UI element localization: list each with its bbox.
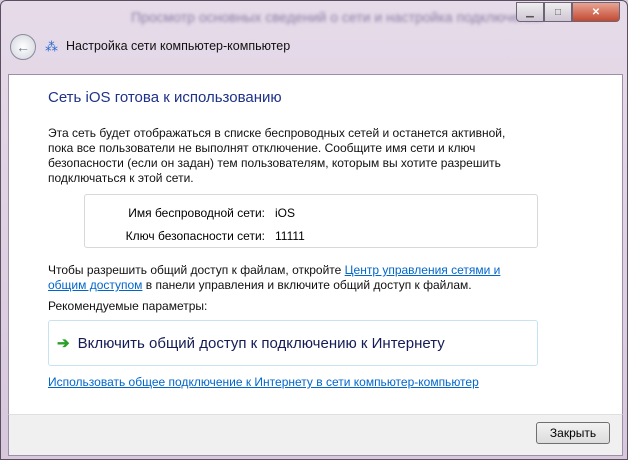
maximize-button[interactable]: □ [544,2,572,22]
close-window-button[interactable]: ✕ [572,2,620,22]
footer: Закрыть [8,414,623,456]
enable-ics-label: Включить общий доступ к подключению к Ин… [77,334,445,352]
ics-link[interactable]: Использовать общее подключение к Интерне… [48,375,479,389]
close-button[interactable]: Закрыть [536,422,610,444]
sharing-text-after: в панели управления и включите общий дос… [142,278,472,292]
caption-buttons: ▁ □ ✕ [516,2,620,22]
window-frame: Просмотр основных сведений о сети и наст… [0,0,628,460]
ssid-label: Имя беспроводной сети: [128,206,265,220]
window-title: Настройка сети компьютер-компьютер [66,39,291,53]
network-icon: ⁂ [45,39,58,54]
ssid-value: iOS [275,206,296,220]
minimize-button[interactable]: ▁ [516,2,544,22]
back-button[interactable]: ← [10,34,36,60]
enable-ics-command[interactable]: ➔ Включить общий доступ к подключению к И… [48,320,538,366]
network-info-box: Имя беспроводной сети: iOS Ключ безопасно… [84,194,538,248]
sharing-text-before: Чтобы разрешить общий доступ к файлам, о… [48,263,345,277]
key-label: Ключ безопасности сети: [125,229,265,243]
page-heading: Сеть iOS готова к использованию [48,89,282,106]
background-window-title: Просмотр основных сведений о сети и наст… [131,9,543,25]
recommended-label: Рекомендуемые параметры: [48,299,208,313]
back-arrow-icon: ← [16,39,30,55]
content-panel: Сеть iOS готова к использованию Эта сеть… [8,74,623,416]
description: Эта сеть будет отображаться в списке бес… [48,126,506,185]
key-value: 11111 [275,229,305,243]
green-arrow-icon: ➔ [57,335,70,352]
sharing-text: Чтобы разрешить общий доступ к файлам, о… [48,263,518,293]
